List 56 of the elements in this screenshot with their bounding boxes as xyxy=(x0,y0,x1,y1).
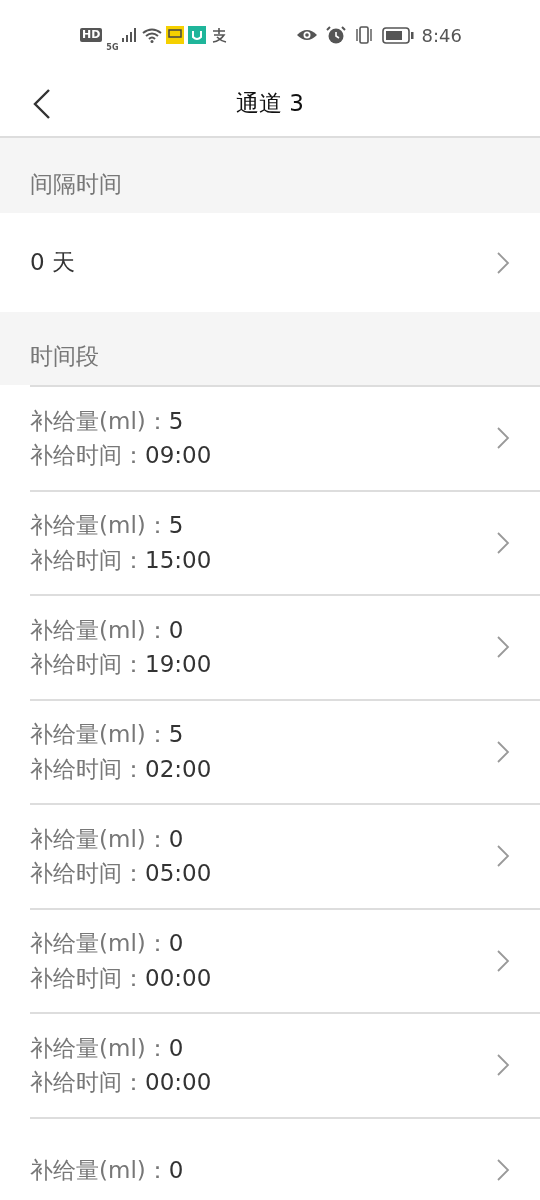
amount-label: 补给量(ml)： xyxy=(30,720,169,750)
chevron-right-icon xyxy=(496,948,510,973)
amount-value: 5 xyxy=(168,406,184,436)
amount-value: 5 xyxy=(168,511,184,541)
back-icon xyxy=(32,88,52,120)
section-heading: 间隔时间 xyxy=(30,169,122,199)
time-label: 补给时间： xyxy=(30,1068,145,1098)
page-title: 通道 3 xyxy=(236,88,304,118)
amount-value: 0 xyxy=(168,615,184,645)
time-label: 补给时间： xyxy=(30,441,145,471)
chevron-right-icon xyxy=(496,250,510,275)
chevron-right-icon xyxy=(496,426,510,451)
time-label: 补给时间： xyxy=(30,859,145,889)
eye-icon xyxy=(295,28,318,42)
amount-value: 0 xyxy=(168,1033,184,1063)
amount-label: 补给量(ml)： xyxy=(30,511,169,541)
time-label: 补给时间： xyxy=(30,963,145,993)
time-value: 00:00 xyxy=(145,1068,212,1098)
amount-value: 0 xyxy=(168,1155,184,1185)
time-label: 补给时间： xyxy=(30,545,145,575)
section-heading: 时间段 xyxy=(30,341,99,371)
status-time: 8:46 xyxy=(421,23,462,48)
amount-label: 补给量(ml)： xyxy=(30,1033,169,1063)
amount-label: 补给量(ml)： xyxy=(30,824,169,854)
chevron-right-icon xyxy=(496,844,510,869)
time-label: 补给时间： xyxy=(30,754,145,784)
amount-label: 补给量(ml)： xyxy=(30,929,169,959)
time-value: 02:00 xyxy=(145,754,212,784)
time-value: 19:00 xyxy=(145,650,212,680)
network-label: 5G xyxy=(106,42,119,54)
vibrate-icon xyxy=(353,26,374,44)
app-icon xyxy=(166,26,185,44)
time-value: 00:00 xyxy=(145,963,212,993)
amount-value: 0 xyxy=(168,929,184,959)
interval-value: 0 天 xyxy=(30,248,75,278)
amount-label: 补给量(ml)： xyxy=(30,406,169,436)
chevron-right-icon xyxy=(496,530,510,555)
wifi-icon xyxy=(142,27,163,43)
battery-icon xyxy=(381,26,414,44)
chevron-right-icon xyxy=(496,635,510,660)
chevron-right-icon xyxy=(496,1053,510,1078)
hd-indicator: HD xyxy=(80,27,103,43)
payment-icon xyxy=(210,26,229,44)
time-label: 补给时间： xyxy=(30,650,145,680)
time-value: 09:00 xyxy=(145,441,212,471)
amount-label: 补给量(ml)： xyxy=(30,615,169,645)
chevron-right-icon xyxy=(496,739,510,764)
alarm-icon xyxy=(325,26,346,44)
time-value: 05:00 xyxy=(145,859,212,889)
chevron-right-icon xyxy=(496,1157,510,1182)
signal-icon xyxy=(122,28,139,42)
app-icon xyxy=(188,26,207,44)
amount-value: 0 xyxy=(168,824,184,854)
amount-value: 5 xyxy=(168,720,184,750)
amount-label: 补给量(ml)： xyxy=(30,1155,169,1185)
time-value: 15:00 xyxy=(145,545,212,575)
